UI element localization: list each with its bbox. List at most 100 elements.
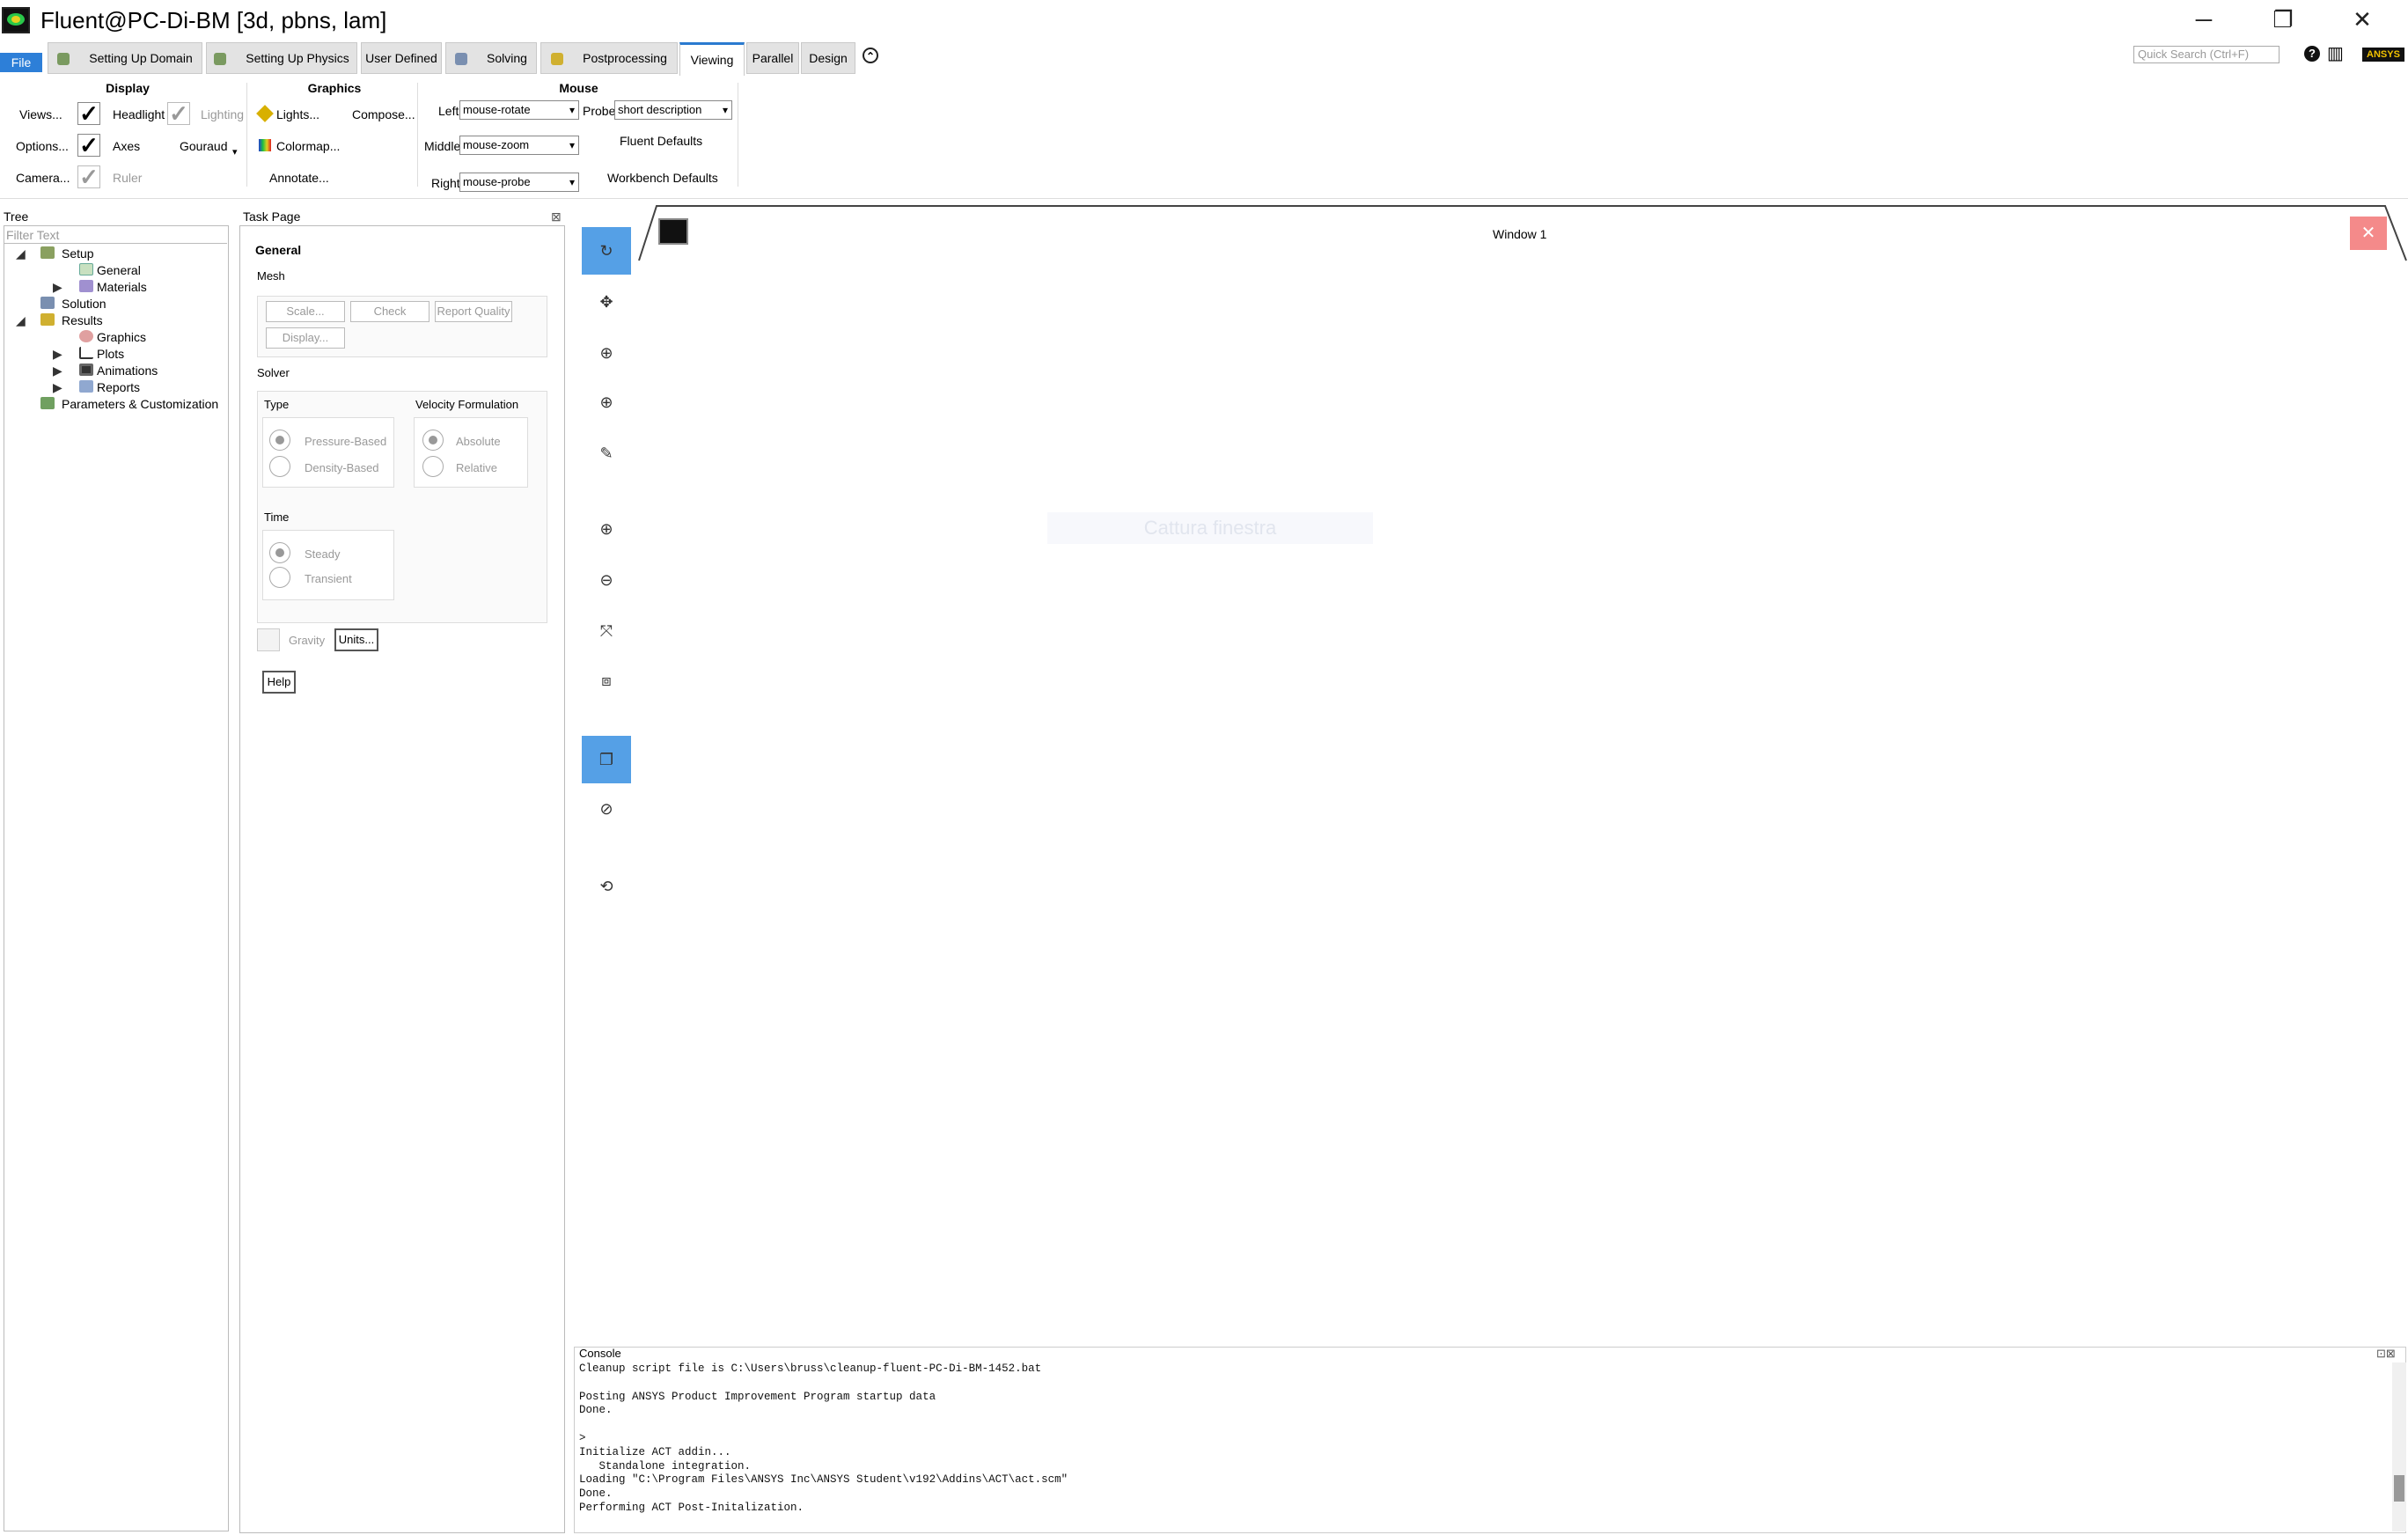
console-line: Done.: [579, 1487, 613, 1501]
task-page-close-icon[interactable]: ⊠: [551, 209, 562, 224]
compose-button[interactable]: Compose...: [352, 107, 415, 121]
gravity-checkbox[interactable]: [257, 628, 280, 651]
options-button[interactable]: Options...: [16, 139, 69, 153]
rotate-tool-icon[interactable]: ↻: [582, 227, 631, 275]
expand-plots-icon[interactable]: ▶: [53, 347, 62, 362]
density-based-label: Density-Based: [305, 461, 379, 474]
tab-parallel[interactable]: Parallel: [746, 42, 799, 74]
screenshot-icon[interactable]: ⧈: [582, 657, 631, 704]
probe-select[interactable]: short description: [614, 100, 732, 120]
collapse-ribbon-icon[interactable]: ⌃: [863, 48, 878, 63]
console-output[interactable]: Cleanup script file is C:\Users\bruss\cl…: [579, 1362, 2390, 1530]
headlight-checkbox[interactable]: [77, 102, 100, 125]
zoom-out-tool-icon[interactable]: ⊖: [582, 556, 631, 604]
help-icon[interactable]: ?: [2304, 46, 2320, 62]
parameters-icon: [40, 397, 55, 409]
ribbon-separator: [417, 83, 418, 187]
middle-mouse-label: Middle: [424, 139, 461, 153]
console-scroll-thumb[interactable]: [2394, 1475, 2404, 1502]
views-button[interactable]: Views...: [19, 107, 62, 121]
zoom-in-tool-icon[interactable]: ⊕: [582, 505, 631, 553]
pressure-based-radio[interactable]: [269, 430, 290, 451]
expand-reports-icon[interactable]: ▶: [53, 380, 62, 395]
tab-setting-up-domain[interactable]: Setting Up Domain: [48, 42, 202, 74]
scale-button[interactable]: Scale...: [266, 301, 345, 322]
lighting-checkbox[interactable]: [167, 102, 190, 125]
axes-checkbox[interactable]: [77, 134, 100, 157]
annotate-button[interactable]: Annotate...: [269, 171, 329, 185]
lights-button[interactable]: Lights...: [276, 107, 319, 121]
expand-setup-icon[interactable]: ◢: [16, 246, 26, 261]
colormap-button[interactable]: Colormap...: [276, 139, 340, 153]
graphics-group-title: Graphics: [307, 81, 362, 95]
console-window-controls-icon[interactable]: ⊡⊠: [2376, 1347, 2396, 1361]
middle-mouse-select[interactable]: mouse-zoom: [459, 136, 579, 155]
tab-file[interactable]: File: [0, 53, 42, 72]
ruler-label: Ruler: [113, 171, 143, 185]
steady-radio[interactable]: [269, 542, 290, 563]
absolute-radio[interactable]: [422, 430, 444, 451]
expand-results-icon[interactable]: ◢: [16, 313, 26, 328]
orthographic-view-icon[interactable]: ❐: [582, 736, 631, 783]
relative-label: Relative: [456, 461, 497, 474]
expand-materials-icon[interactable]: ▶: [53, 280, 62, 295]
check-button[interactable]: Check: [350, 301, 429, 322]
tab-postprocessing[interactable]: Postprocessing: [540, 42, 678, 74]
zoom-box-tool-icon[interactable]: ⊕: [582, 378, 631, 426]
console-line: Standalone integration.: [579, 1459, 752, 1473]
help-button[interactable]: Help: [262, 671, 296, 694]
camera-button[interactable]: Camera...: [16, 171, 70, 185]
tree-filter-input[interactable]: Filter Text: [4, 226, 227, 244]
tree-item-results[interactable]: Results: [62, 313, 103, 327]
tab-setting-up-physics[interactable]: Setting Up Physics: [206, 42, 357, 74]
solver-section-label: Solver: [257, 366, 290, 379]
capture-window-tooltip: Cattura finestra: [1047, 512, 1373, 544]
close-icon[interactable]: ✕: [2336, 2, 2389, 37]
minimize-icon[interactable]: ─: [2177, 2, 2230, 37]
tree-item-plots[interactable]: Plots: [97, 347, 124, 361]
tab-solving[interactable]: Solving: [445, 42, 537, 74]
time-box: [262, 530, 394, 600]
zoom-tool-icon[interactable]: ⊕: [582, 329, 631, 377]
transient-radio[interactable]: [269, 567, 290, 588]
ruler-checkbox[interactable]: [77, 165, 100, 188]
tree-item-graphics[interactable]: Graphics: [97, 330, 146, 344]
restore-icon[interactable]: ❐: [2257, 2, 2309, 37]
tree-item-parameters-customization[interactable]: Parameters & Customization: [62, 397, 218, 411]
tree-item-materials[interactable]: Materials: [97, 280, 147, 294]
right-mouse-select[interactable]: mouse-probe: [459, 173, 579, 192]
physics-icon: [214, 53, 227, 66]
console-scrollbar[interactable]: [2392, 1362, 2406, 1531]
density-based-radio[interactable]: [269, 456, 290, 477]
view-menu-icon[interactable]: ⟲: [582, 863, 631, 910]
display-mesh-button[interactable]: Display...: [266, 327, 345, 349]
postprocessing-icon: [551, 53, 564, 66]
probe-tool-icon[interactable]: ✎: [582, 430, 631, 477]
fluent-defaults-button[interactable]: Fluent Defaults: [620, 134, 702, 148]
report-quality-button[interactable]: Report Quality: [435, 301, 512, 322]
left-mouse-select[interactable]: mouse-rotate: [459, 100, 579, 120]
pan-tool-icon[interactable]: ✥: [582, 278, 631, 326]
workbench-defaults-button[interactable]: Workbench Defaults: [607, 171, 718, 185]
layout-icon[interactable]: ▥: [2327, 42, 2344, 64]
fit-to-window-icon[interactable]: ⤧: [582, 607, 631, 655]
units-button[interactable]: Units...: [334, 628, 378, 651]
tree-panel-title: Tree: [4, 209, 29, 224]
isometric-view-icon[interactable]: ⊘: [582, 785, 631, 833]
tab-design[interactable]: Design: [801, 42, 855, 74]
transient-label: Transient: [305, 572, 352, 585]
tab-user-defined[interactable]: User Defined: [361, 42, 442, 74]
graphics-window-close-icon[interactable]: ✕: [2350, 217, 2387, 250]
tree-item-setup[interactable]: Setup: [62, 246, 94, 261]
tree-item-animations[interactable]: Animations: [97, 364, 158, 378]
expand-animations-icon[interactable]: ▶: [53, 364, 62, 378]
quick-search-input[interactable]: Quick Search (Ctrl+F): [2133, 46, 2280, 63]
gouraud-arrow-icon[interactable]: ▾: [232, 146, 238, 158]
gouraud-dropdown[interactable]: Gouraud: [180, 139, 227, 153]
tree-item-solution[interactable]: Solution: [62, 297, 106, 311]
tab-viewing[interactable]: Viewing: [679, 42, 745, 76]
tree-item-reports[interactable]: Reports: [97, 380, 140, 394]
tree-panel: [4, 225, 229, 1531]
relative-radio[interactable]: [422, 456, 444, 477]
tree-item-general[interactable]: General: [97, 263, 141, 277]
